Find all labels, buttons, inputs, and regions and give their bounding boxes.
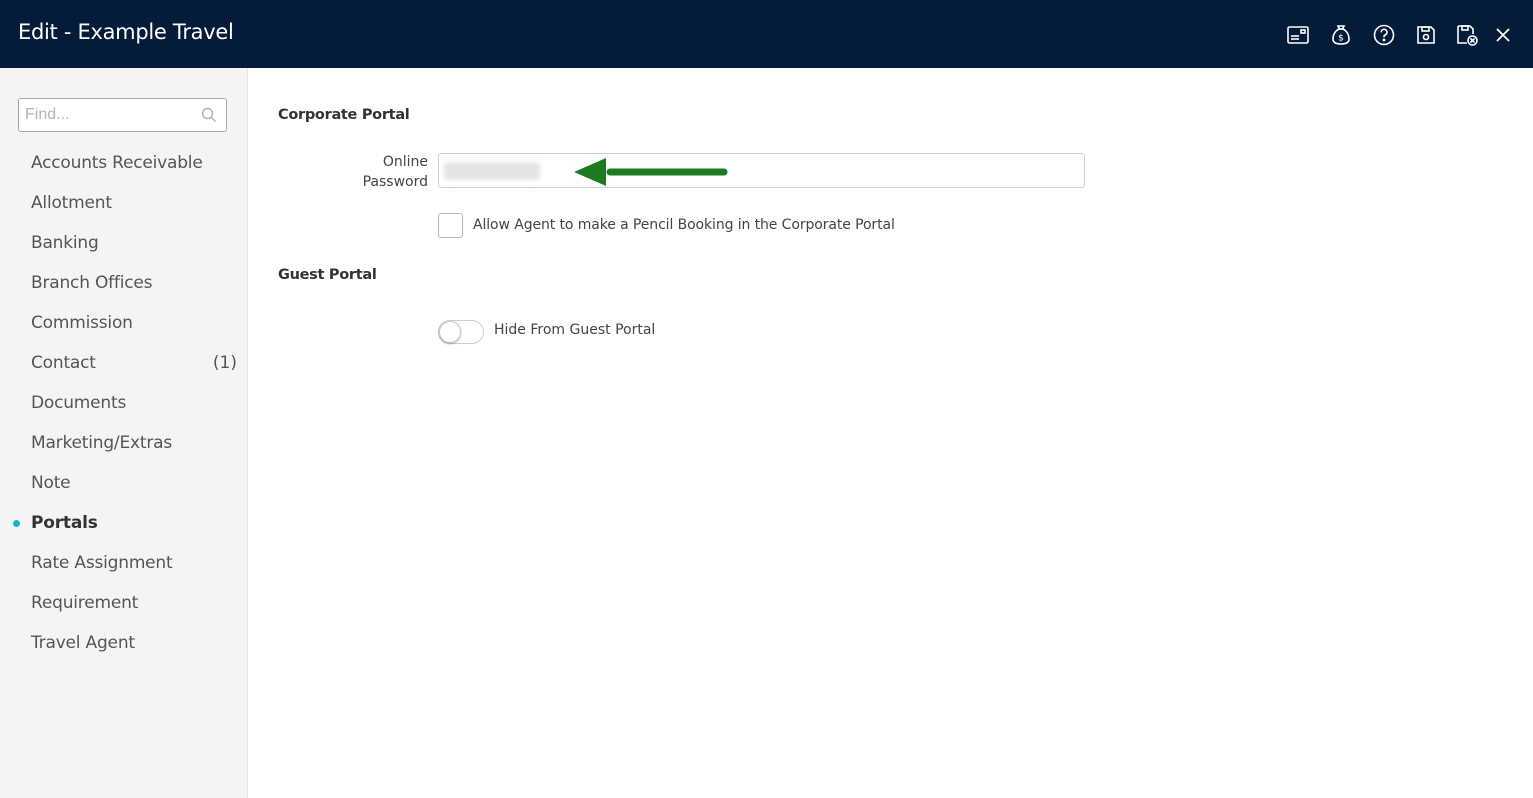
close-icon[interactable] [1490, 22, 1516, 48]
online-password-label: Online Password [330, 152, 428, 192]
sidebar-item-label: Contact [31, 353, 96, 373]
help-icon[interactable] [1371, 22, 1397, 48]
online-password-field[interactable] [438, 153, 1085, 188]
sidebar-item-label: Marketing/Extras [31, 433, 172, 453]
card-icon[interactable] [1285, 22, 1311, 48]
sidebar-item-commission[interactable]: Commission [0, 303, 247, 343]
active-indicator-dot [13, 520, 20, 527]
sidebar-item-label: Branch Offices [31, 273, 153, 293]
sidebar: Accounts Receivable Allotment Banking Br… [0, 68, 248, 798]
sidebar-item-label: Note [31, 473, 71, 493]
sidebar-item-requirement[interactable]: Requirement [0, 583, 247, 623]
sidebar-item-note[interactable]: Note [0, 463, 247, 503]
pencil-booking-label: Allow Agent to make a Pencil Booking in … [473, 217, 895, 233]
pencil-booking-checkbox[interactable] [438, 213, 463, 238]
sidebar-item-marketing-extras[interactable]: Marketing/Extras [0, 423, 247, 463]
search-box [18, 98, 227, 132]
search-input[interactable] [19, 99, 199, 131]
sidebar-item-travel-agent[interactable]: Travel Agent [0, 623, 247, 663]
annotation-arrow-icon [574, 158, 728, 186]
save-icon[interactable] [1413, 22, 1439, 48]
sidebar-item-documents[interactable]: Documents [0, 383, 247, 423]
sidebar-item-portals[interactable]: Portals [0, 503, 247, 543]
sidebar-item-label: Banking [31, 233, 99, 253]
svg-text:$: $ [1338, 34, 1344, 44]
window-title: Edit - Example Travel [18, 20, 234, 44]
sidebar-item-count: (1) [212, 353, 237, 373]
money-bag-icon[interactable]: $ [1328, 22, 1354, 48]
sidebar-item-label: Portals [31, 513, 98, 533]
redacted-password-value [444, 162, 540, 180]
online-password-label-line2: Password [362, 174, 428, 190]
sidebar-item-rate-assignment[interactable]: Rate Assignment [0, 543, 247, 583]
title-bar: Edit - Example Travel $ [0, 0, 1533, 68]
sidebar-item-allotment[interactable]: Allotment [0, 183, 247, 223]
corporate-portal-heading: Corporate Portal [278, 107, 410, 123]
toggle-knob [439, 321, 461, 343]
sidebar-item-label: Travel Agent [31, 633, 135, 653]
save-close-icon[interactable] [1454, 22, 1480, 48]
sidebar-item-branch-offices[interactable]: Branch Offices [0, 263, 247, 303]
sidebar-item-label: Rate Assignment [31, 553, 173, 573]
sidebar-item-contact[interactable]: Contact (1) [0, 343, 247, 383]
hide-from-guest-portal-toggle[interactable] [438, 320, 484, 344]
hide-from-guest-portal-label: Hide From Guest Portal [494, 322, 656, 338]
sidebar-item-label: Allotment [31, 193, 112, 213]
sidebar-item-banking[interactable]: Banking [0, 223, 247, 263]
sidebar-item-label: Requirement [31, 593, 139, 613]
sidebar-item-label: Documents [31, 393, 127, 413]
sidebar-item-label: Commission [31, 313, 133, 333]
guest-portal-heading: Guest Portal [278, 267, 377, 283]
search-icon [201, 107, 216, 122]
online-password-label-line1: Online [382, 154, 428, 170]
sidebar-item-accounts-receivable[interactable]: Accounts Receivable [0, 143, 247, 183]
sidebar-item-label: Accounts Receivable [31, 153, 203, 173]
